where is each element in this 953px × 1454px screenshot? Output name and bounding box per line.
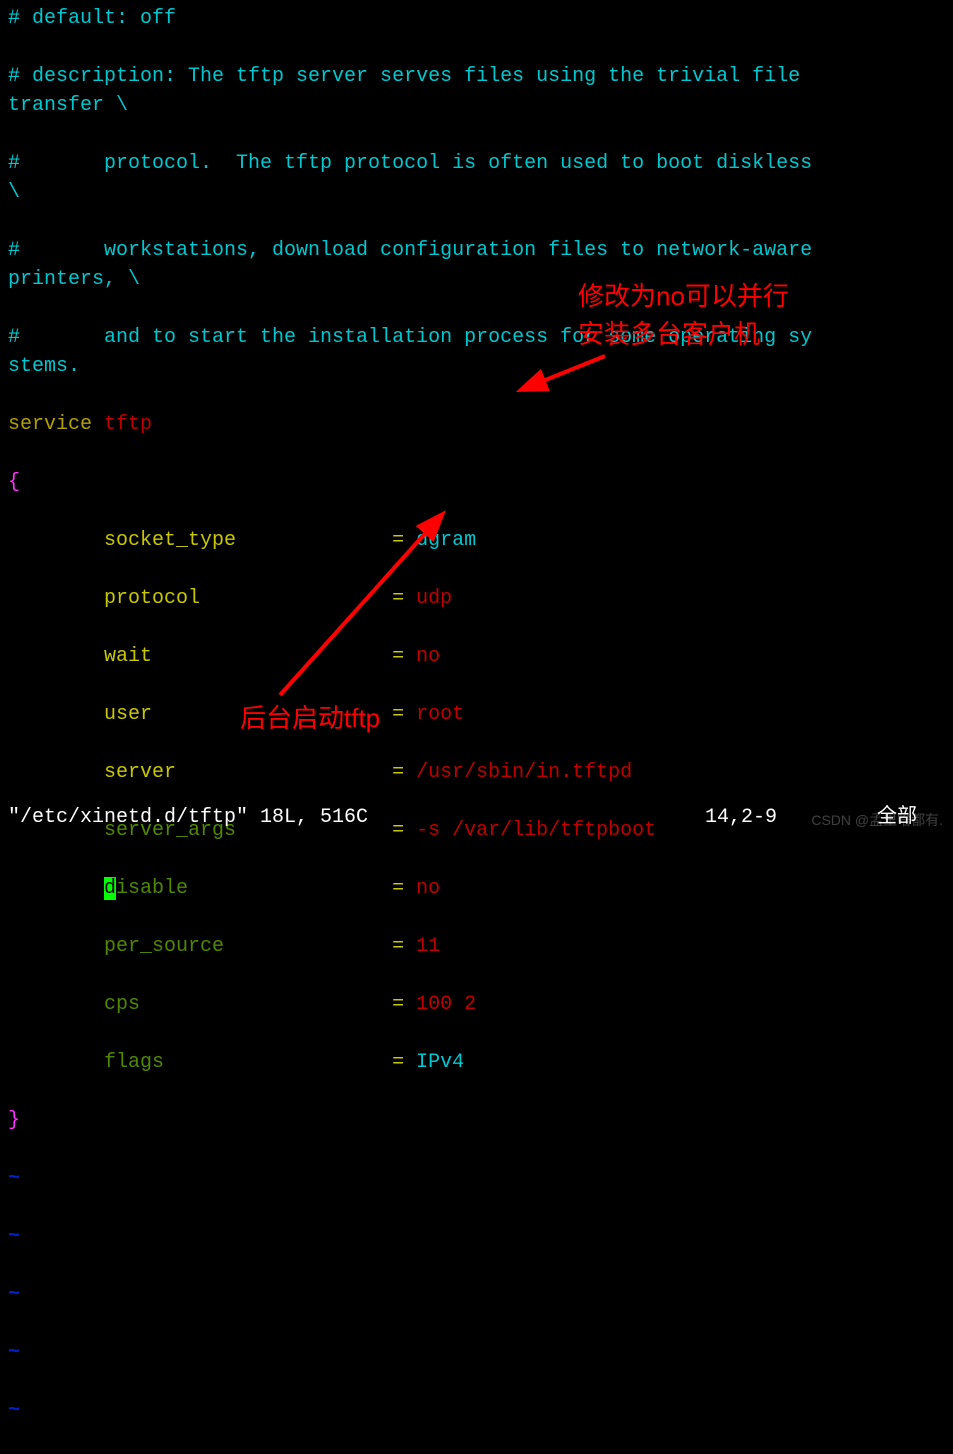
cfg-val: IPv4 <box>416 1051 464 1074</box>
comment-wrap: stems. <box>8 355 80 378</box>
cfg-val: no <box>416 645 440 668</box>
vim-tilde: ~ <box>8 1341 20 1364</box>
cfg-key: flags <box>104 1051 164 1074</box>
comment-line: # protocol. The tftp protocol is often u… <box>8 152 824 175</box>
cfg-val: 100 2 <box>416 993 476 1016</box>
cfg-key: user <box>104 703 152 726</box>
cfg-val: 11 <box>416 935 440 958</box>
status-pos: 14,2-9 <box>705 803 777 832</box>
comment-line: # default: off <box>8 7 176 30</box>
eq: = <box>392 761 404 784</box>
cfg-key: cps <box>104 993 140 1016</box>
eq: = <box>392 645 404 668</box>
vim-tilde: ~ <box>8 1225 20 1248</box>
cfg-val: udp <box>416 587 452 610</box>
eq: = <box>392 935 404 958</box>
vim-tilde: ~ <box>8 1167 20 1190</box>
terminal-editor[interactable]: # default: off # description: The tftp s… <box>8 4 945 1454</box>
vim-status-bar: "/etc/xinetd.d/tftp" 18L, 516C 14,2-9 全部 <box>8 803 945 832</box>
eq: = <box>392 1051 404 1074</box>
cfg-val: dgram <box>416 529 476 552</box>
eq: = <box>392 993 404 1016</box>
cfg-val: root <box>416 703 464 726</box>
eq: = <box>392 877 404 900</box>
cfg-val: /usr/sbin/in.tftpd <box>416 761 632 784</box>
comment-wrap: transfer \ <box>8 94 128 117</box>
cfg-key: server <box>104 761 176 784</box>
cfg-key: wait <box>104 645 152 668</box>
cfg-val: no <box>416 877 440 900</box>
cfg-key: socket_type <box>104 529 236 552</box>
comment-wrap: printers, \ <box>8 268 140 291</box>
eq: = <box>392 529 404 552</box>
vim-tilde: ~ <box>8 1399 20 1422</box>
cfg-key: protocol <box>104 587 200 610</box>
vim-tilde: ~ <box>8 1283 20 1306</box>
comment-line: # description: The tftp server serves fi… <box>8 65 812 88</box>
cfg-key: per_source <box>104 935 224 958</box>
comment-line: # and to start the installation process … <box>8 326 812 349</box>
eq: = <box>392 587 404 610</box>
brace-open: { <box>8 471 20 494</box>
eq: = <box>392 703 404 726</box>
brace-close: } <box>8 1109 20 1132</box>
cursor: d <box>104 877 116 900</box>
watermark: CSDN @孟里啥都有. <box>811 810 943 830</box>
service-name: tftp <box>104 413 152 436</box>
comment-wrap: \ <box>8 181 20 204</box>
comment-line: # workstations, download configuration f… <box>8 239 824 262</box>
cfg-key-rest: isable <box>116 877 188 900</box>
keyword-service: service <box>8 413 92 436</box>
status-file: "/etc/xinetd.d/tftp" 18L, 516C <box>8 803 368 832</box>
